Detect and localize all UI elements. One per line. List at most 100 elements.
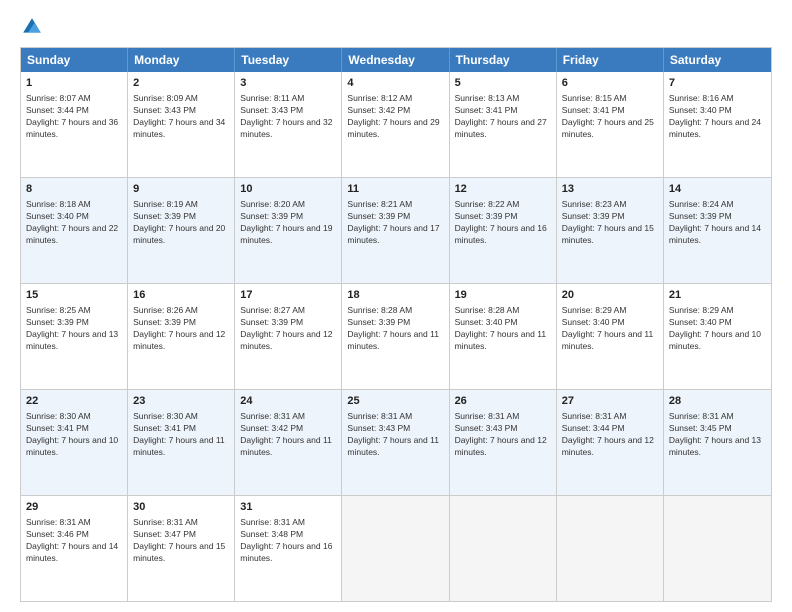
- calendar-header: SundayMondayTuesdayWednesdayThursdayFrid…: [21, 48, 771, 72]
- day-info: Sunrise: 8:07 AMSunset: 3:44 PMDaylight:…: [26, 93, 118, 139]
- day-number: 28: [669, 394, 766, 409]
- day-cell: 3 Sunrise: 8:11 AMSunset: 3:43 PMDayligh…: [235, 72, 342, 177]
- page: SundayMondayTuesdayWednesdayThursdayFrid…: [0, 0, 792, 612]
- day-info: Sunrise: 8:31 AMSunset: 3:42 PMDaylight:…: [240, 411, 332, 457]
- day-number: 3: [240, 76, 336, 91]
- empty-cell: [557, 496, 664, 601]
- calendar: SundayMondayTuesdayWednesdayThursdayFrid…: [20, 47, 772, 602]
- day-info: Sunrise: 8:18 AMSunset: 3:40 PMDaylight:…: [26, 199, 118, 245]
- cal-header-day: Sunday: [21, 48, 128, 72]
- day-number: 15: [26, 288, 122, 303]
- day-info: Sunrise: 8:28 AMSunset: 3:39 PMDaylight:…: [347, 305, 439, 351]
- day-info: Sunrise: 8:31 AMSunset: 3:44 PMDaylight:…: [562, 411, 654, 457]
- day-number: 12: [455, 182, 551, 197]
- cal-header-day: Friday: [557, 48, 664, 72]
- empty-cell: [664, 496, 771, 601]
- calendar-row: 1 Sunrise: 8:07 AMSunset: 3:44 PMDayligh…: [21, 72, 771, 177]
- day-cell: 16 Sunrise: 8:26 AMSunset: 3:39 PMDaylig…: [128, 284, 235, 389]
- cal-header-day: Thursday: [450, 48, 557, 72]
- day-cell: 11 Sunrise: 8:21 AMSunset: 3:39 PMDaylig…: [342, 178, 449, 283]
- day-cell: 26 Sunrise: 8:31 AMSunset: 3:43 PMDaylig…: [450, 390, 557, 495]
- day-number: 18: [347, 288, 443, 303]
- day-cell: 27 Sunrise: 8:31 AMSunset: 3:44 PMDaylig…: [557, 390, 664, 495]
- day-info: Sunrise: 8:26 AMSunset: 3:39 PMDaylight:…: [133, 305, 225, 351]
- day-number: 5: [455, 76, 551, 91]
- day-cell: 24 Sunrise: 8:31 AMSunset: 3:42 PMDaylig…: [235, 390, 342, 495]
- day-info: Sunrise: 8:31 AMSunset: 3:45 PMDaylight:…: [669, 411, 761, 457]
- day-number: 27: [562, 394, 658, 409]
- day-info: Sunrise: 8:11 AMSunset: 3:43 PMDaylight:…: [240, 93, 332, 139]
- day-number: 22: [26, 394, 122, 409]
- day-cell: 22 Sunrise: 8:30 AMSunset: 3:41 PMDaylig…: [21, 390, 128, 495]
- day-cell: 9 Sunrise: 8:19 AMSunset: 3:39 PMDayligh…: [128, 178, 235, 283]
- calendar-row: 8 Sunrise: 8:18 AMSunset: 3:40 PMDayligh…: [21, 177, 771, 283]
- logo-icon: [20, 15, 44, 39]
- day-number: 24: [240, 394, 336, 409]
- day-info: Sunrise: 8:29 AMSunset: 3:40 PMDaylight:…: [669, 305, 761, 351]
- cal-header-day: Tuesday: [235, 48, 342, 72]
- day-number: 7: [669, 76, 766, 91]
- day-number: 16: [133, 288, 229, 303]
- day-info: Sunrise: 8:31 AMSunset: 3:43 PMDaylight:…: [347, 411, 439, 457]
- day-cell: 1 Sunrise: 8:07 AMSunset: 3:44 PMDayligh…: [21, 72, 128, 177]
- day-cell: 2 Sunrise: 8:09 AMSunset: 3:43 PMDayligh…: [128, 72, 235, 177]
- cal-header-day: Wednesday: [342, 48, 449, 72]
- day-info: Sunrise: 8:16 AMSunset: 3:40 PMDaylight:…: [669, 93, 761, 139]
- day-info: Sunrise: 8:19 AMSunset: 3:39 PMDaylight:…: [133, 199, 225, 245]
- header: [20, 15, 772, 39]
- day-number: 23: [133, 394, 229, 409]
- day-info: Sunrise: 8:30 AMSunset: 3:41 PMDaylight:…: [26, 411, 118, 457]
- day-number: 17: [240, 288, 336, 303]
- day-number: 31: [240, 500, 336, 515]
- day-info: Sunrise: 8:09 AMSunset: 3:43 PMDaylight:…: [133, 93, 225, 139]
- day-cell: 19 Sunrise: 8:28 AMSunset: 3:40 PMDaylig…: [450, 284, 557, 389]
- day-cell: 5 Sunrise: 8:13 AMSunset: 3:41 PMDayligh…: [450, 72, 557, 177]
- calendar-row: 29 Sunrise: 8:31 AMSunset: 3:46 PMDaylig…: [21, 495, 771, 601]
- day-number: 2: [133, 76, 229, 91]
- day-cell: 12 Sunrise: 8:22 AMSunset: 3:39 PMDaylig…: [450, 178, 557, 283]
- day-info: Sunrise: 8:20 AMSunset: 3:39 PMDaylight:…: [240, 199, 332, 245]
- day-number: 14: [669, 182, 766, 197]
- day-number: 19: [455, 288, 551, 303]
- day-cell: 20 Sunrise: 8:29 AMSunset: 3:40 PMDaylig…: [557, 284, 664, 389]
- day-number: 1: [26, 76, 122, 91]
- day-info: Sunrise: 8:21 AMSunset: 3:39 PMDaylight:…: [347, 199, 439, 245]
- day-info: Sunrise: 8:13 AMSunset: 3:41 PMDaylight:…: [455, 93, 547, 139]
- day-cell: 17 Sunrise: 8:27 AMSunset: 3:39 PMDaylig…: [235, 284, 342, 389]
- empty-cell: [450, 496, 557, 601]
- day-info: Sunrise: 8:31 AMSunset: 3:43 PMDaylight:…: [455, 411, 547, 457]
- day-cell: 23 Sunrise: 8:30 AMSunset: 3:41 PMDaylig…: [128, 390, 235, 495]
- day-cell: 21 Sunrise: 8:29 AMSunset: 3:40 PMDaylig…: [664, 284, 771, 389]
- day-info: Sunrise: 8:31 AMSunset: 3:46 PMDaylight:…: [26, 517, 118, 563]
- day-number: 9: [133, 182, 229, 197]
- day-number: 13: [562, 182, 658, 197]
- cal-header-day: Saturday: [664, 48, 771, 72]
- day-number: 21: [669, 288, 766, 303]
- day-number: 4: [347, 76, 443, 91]
- day-cell: 4 Sunrise: 8:12 AMSunset: 3:42 PMDayligh…: [342, 72, 449, 177]
- day-number: 20: [562, 288, 658, 303]
- calendar-row: 22 Sunrise: 8:30 AMSunset: 3:41 PMDaylig…: [21, 389, 771, 495]
- day-cell: 13 Sunrise: 8:23 AMSunset: 3:39 PMDaylig…: [557, 178, 664, 283]
- day-info: Sunrise: 8:30 AMSunset: 3:41 PMDaylight:…: [133, 411, 225, 457]
- day-cell: 30 Sunrise: 8:31 AMSunset: 3:47 PMDaylig…: [128, 496, 235, 601]
- day-cell: 6 Sunrise: 8:15 AMSunset: 3:41 PMDayligh…: [557, 72, 664, 177]
- day-cell: 31 Sunrise: 8:31 AMSunset: 3:48 PMDaylig…: [235, 496, 342, 601]
- cal-header-day: Monday: [128, 48, 235, 72]
- day-number: 11: [347, 182, 443, 197]
- day-info: Sunrise: 8:22 AMSunset: 3:39 PMDaylight:…: [455, 199, 547, 245]
- logo: [20, 15, 48, 39]
- day-info: Sunrise: 8:27 AMSunset: 3:39 PMDaylight:…: [240, 305, 332, 351]
- day-cell: 29 Sunrise: 8:31 AMSunset: 3:46 PMDaylig…: [21, 496, 128, 601]
- day-info: Sunrise: 8:24 AMSunset: 3:39 PMDaylight:…: [669, 199, 761, 245]
- day-info: Sunrise: 8:23 AMSunset: 3:39 PMDaylight:…: [562, 199, 654, 245]
- day-cell: 25 Sunrise: 8:31 AMSunset: 3:43 PMDaylig…: [342, 390, 449, 495]
- day-info: Sunrise: 8:15 AMSunset: 3:41 PMDaylight:…: [562, 93, 654, 139]
- empty-cell: [342, 496, 449, 601]
- day-info: Sunrise: 8:31 AMSunset: 3:48 PMDaylight:…: [240, 517, 332, 563]
- day-info: Sunrise: 8:29 AMSunset: 3:40 PMDaylight:…: [562, 305, 654, 351]
- day-info: Sunrise: 8:28 AMSunset: 3:40 PMDaylight:…: [455, 305, 547, 351]
- day-number: 26: [455, 394, 551, 409]
- day-info: Sunrise: 8:12 AMSunset: 3:42 PMDaylight:…: [347, 93, 439, 139]
- day-number: 25: [347, 394, 443, 409]
